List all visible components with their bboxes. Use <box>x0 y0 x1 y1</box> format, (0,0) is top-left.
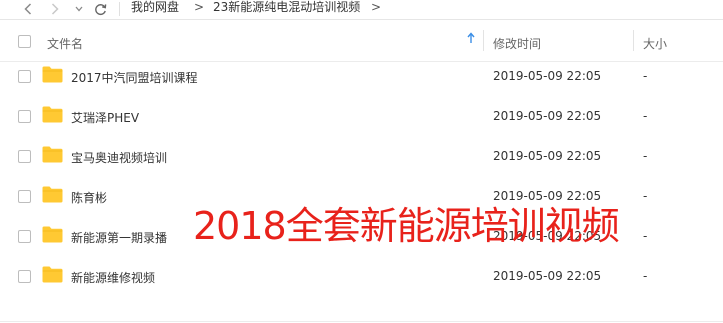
file-name[interactable]: 新能源维修视频 <box>71 269 155 286</box>
breadcrumb-current-folder[interactable]: 23新能源纯电混动培训视频 <box>213 0 360 18</box>
column-divider[interactable] <box>633 30 634 51</box>
file-name[interactable]: 陈育彬 <box>71 189 107 206</box>
breadcrumb-separator: > <box>194 0 205 14</box>
file-row[interactable]: 宝马奥迪视频培训 2019-05-09 22:05 - <box>0 137 723 177</box>
refresh-button[interactable] <box>89 0 111 18</box>
file-row[interactable]: 新能源维修视频 2019-05-09 22:05 - <box>0 257 723 297</box>
column-header-name[interactable]: 文件名 <box>47 35 83 52</box>
nav-divider <box>119 2 120 16</box>
back-button[interactable] <box>17 0 39 18</box>
folder-icon <box>42 146 63 163</box>
file-list-header: 文件名 修改时间 大小 <box>0 20 723 62</box>
sort-ascending-icon[interactable] <box>467 32 475 47</box>
chevron-right-icon <box>51 3 59 15</box>
file-modified: 2019-05-09 22:05 <box>493 109 602 123</box>
file-row[interactable]: 2017中汽同盟培训课程 2019-05-09 22:05 - <box>0 57 723 97</box>
file-row[interactable]: 艾瑞泽PHEV 2019-05-09 22:05 - <box>0 97 723 137</box>
file-size: - <box>643 109 648 123</box>
file-size: - <box>643 229 648 243</box>
row-checkbox[interactable] <box>18 70 31 83</box>
row-checkbox[interactable] <box>18 110 31 123</box>
file-modified: 2019-05-09 22:05 <box>493 69 602 83</box>
file-name[interactable]: 新能源第一期录播 <box>71 229 167 246</box>
folder-icon <box>42 66 63 83</box>
folder-icon <box>42 226 63 243</box>
file-name[interactable]: 宝马奥迪视频培训 <box>71 149 167 166</box>
folder-icon <box>42 186 63 203</box>
refresh-icon <box>94 3 106 15</box>
select-all-checkbox[interactable] <box>18 35 31 48</box>
row-checkbox[interactable] <box>18 230 31 243</box>
breadcrumb-root[interactable]: 我的网盘 <box>131 0 179 18</box>
row-checkbox[interactable] <box>18 190 31 203</box>
file-name[interactable]: 艾瑞泽PHEV <box>71 109 139 126</box>
navigation-bar: 我的网盘 > 23新能源纯电混动培训视频 > <box>0 0 723 20</box>
file-modified: 2019-05-09 22:05 <box>493 149 602 163</box>
file-modified: 2019-05-09 22:05 <box>493 269 602 283</box>
file-size: - <box>643 69 648 83</box>
chevron-down-icon <box>75 6 83 12</box>
breadcrumb-separator: > <box>371 0 382 14</box>
promo-overlay-text: 2018全套新能源培训视频 <box>193 204 620 248</box>
file-size: - <box>643 269 648 283</box>
row-checkbox[interactable] <box>18 150 31 163</box>
column-header-size[interactable]: 大小 <box>643 35 667 52</box>
column-header-modified[interactable]: 修改时间 <box>493 35 541 52</box>
file-name[interactable]: 2017中汽同盟培训课程 <box>71 69 198 86</box>
file-size: - <box>643 149 648 163</box>
folder-icon <box>42 266 63 283</box>
file-size: - <box>643 189 648 203</box>
column-divider[interactable] <box>483 30 484 51</box>
folder-icon <box>42 106 63 123</box>
dropdown-button[interactable] <box>72 0 86 18</box>
forward-button[interactable] <box>44 0 66 18</box>
row-checkbox[interactable] <box>18 270 31 283</box>
chevron-left-icon <box>24 3 32 15</box>
bottom-divider <box>0 321 723 322</box>
